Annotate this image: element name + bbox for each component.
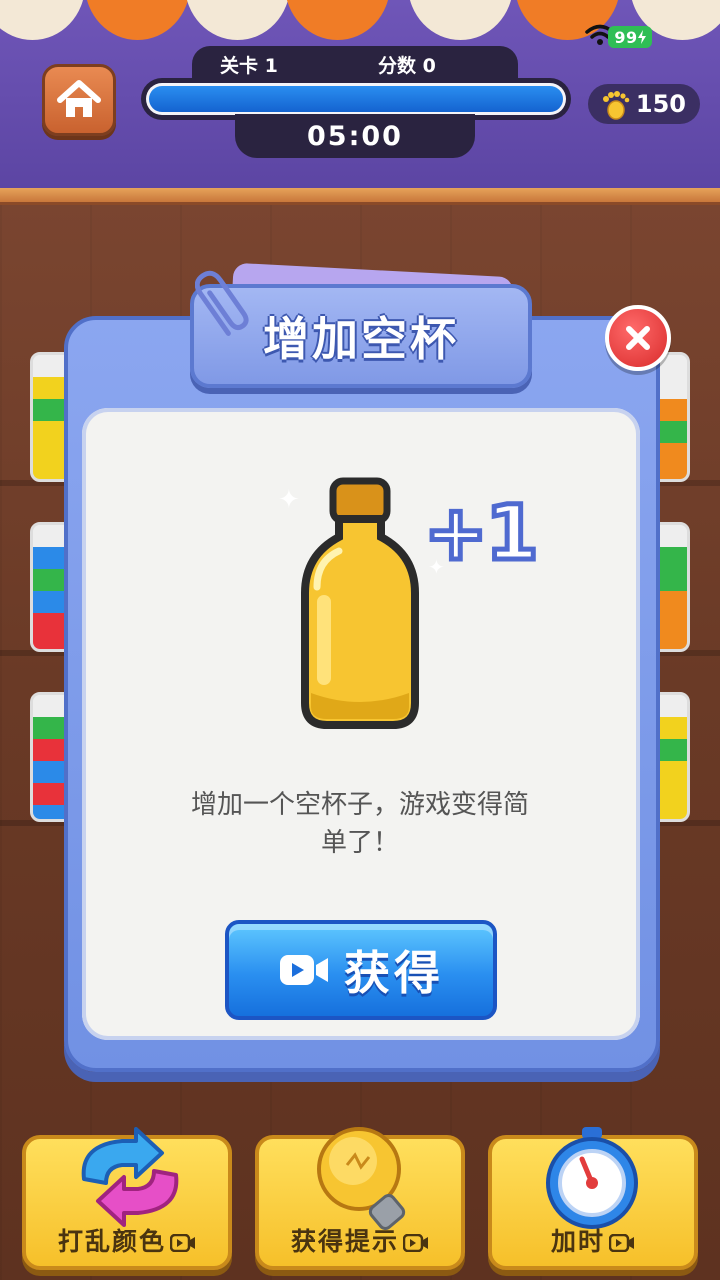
video-ad-icon [609, 1234, 634, 1252]
get-button[interactable]: 获得 [225, 920, 497, 1020]
video-ad-icon [170, 1234, 195, 1252]
close-icon [626, 326, 650, 350]
level-score-panel: 关卡 1 分数 0 [192, 46, 518, 80]
awning-scallop [185, 0, 290, 40]
awning-scallop [85, 0, 190, 40]
coin-count: 150 [635, 90, 686, 118]
battery-indicator: 99 [608, 26, 652, 48]
video-ad-icon [403, 1234, 428, 1252]
paperclip-icon [195, 270, 249, 336]
close-button[interactable] [605, 305, 671, 371]
awning-scallop [285, 0, 390, 40]
add-time-label: 加时 [550, 1227, 605, 1256]
shuffle-colors-button[interactable]: 打乱颜色 [22, 1127, 232, 1270]
get-button-label: 获得 [344, 946, 444, 1000]
empty-bottle-icon [301, 477, 419, 729]
top-bar-edge [0, 188, 720, 202]
progress-track [146, 83, 566, 115]
add-time-button[interactable]: 加时 [488, 1127, 698, 1270]
home-icon [57, 80, 101, 117]
bonus-count: +1 [422, 486, 542, 580]
shuffle-icon [81, 1127, 179, 1227]
battery-level: 99 [614, 27, 638, 47]
score-label: 分数 0 [378, 55, 436, 77]
lightbulb-icon [317, 1127, 406, 1231]
progress-fill [149, 86, 563, 112]
get-hint-button[interactable]: 获得提示 [255, 1127, 465, 1270]
dialog-description: 增加一个空杯子，游戏变得简单了！ [190, 790, 529, 858]
video-ad-icon [280, 955, 328, 985]
hint-label: 获得提示 [290, 1227, 399, 1256]
awning-scallop [0, 0, 85, 40]
stopwatch-icon [546, 1127, 638, 1229]
charging-icon [637, 30, 646, 44]
timer: 05:00 [235, 114, 475, 158]
coin-counter: 150 [588, 84, 700, 124]
level-label: 关卡 1 [220, 55, 278, 77]
home-button[interactable] [42, 64, 116, 136]
awning-scallop [408, 0, 513, 40]
shuffle-label: 打乱颜色 [57, 1227, 166, 1256]
dialog-title: 增加空杯 [263, 312, 459, 366]
footprint-icon [603, 91, 630, 120]
